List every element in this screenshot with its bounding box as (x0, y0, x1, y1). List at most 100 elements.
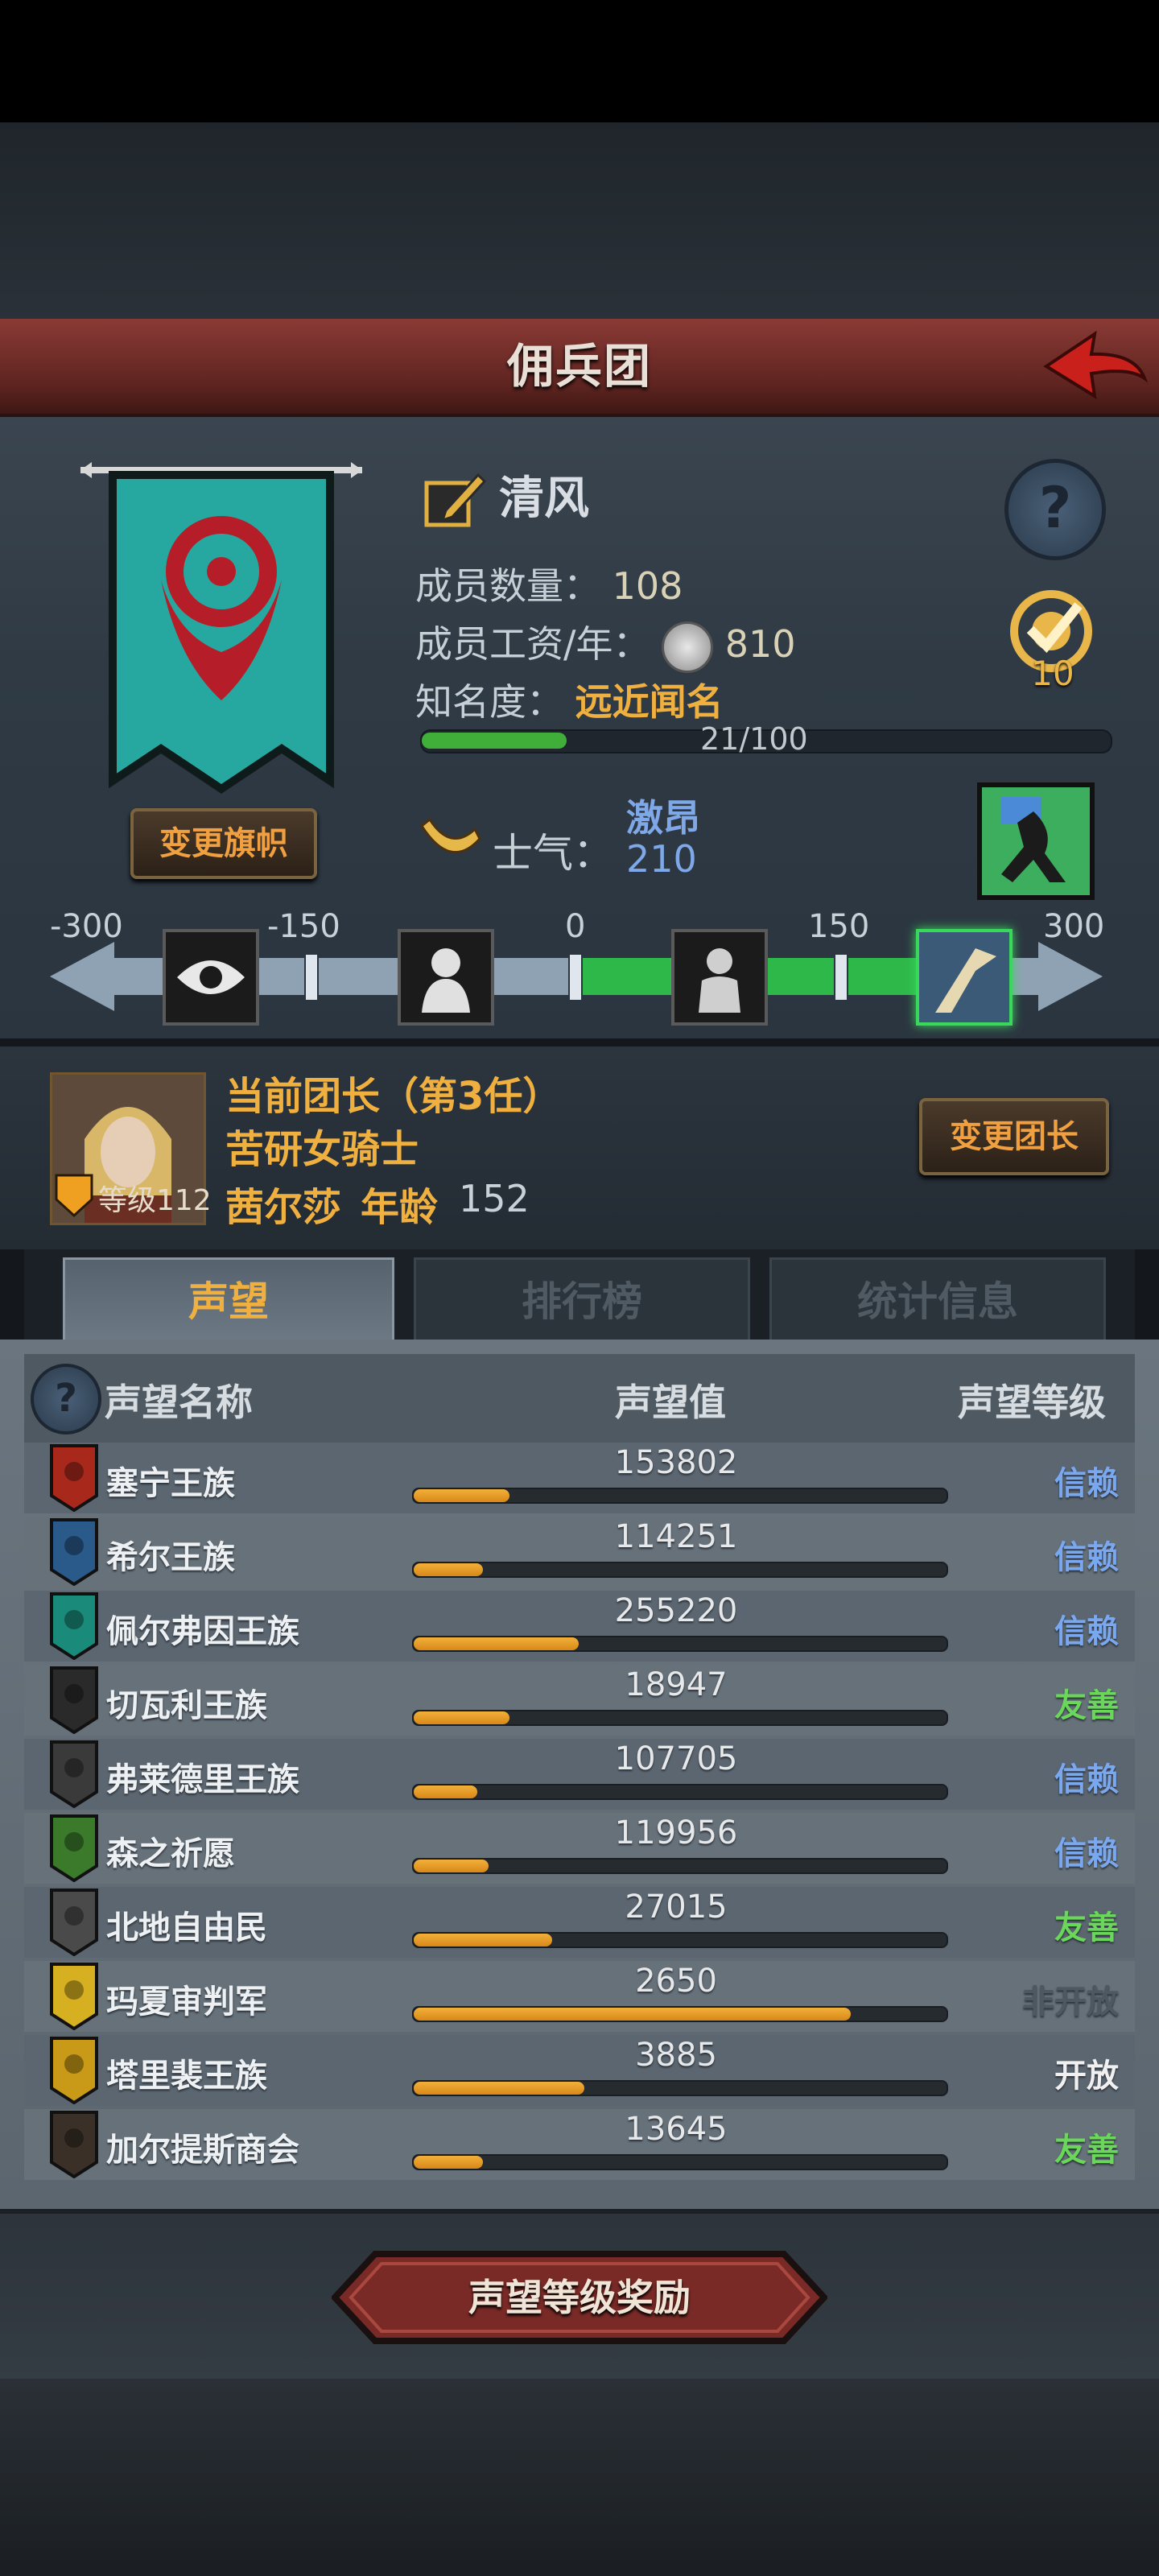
reputation-level: 友善 (1054, 2132, 1119, 2169)
members-row: 成员数量： 108 (415, 562, 683, 610)
edit-pencil-icon (424, 473, 487, 527)
silver-coin-icon (662, 621, 714, 673)
leader-age: 152 (459, 1177, 530, 1220)
faction-crest-icon (50, 1518, 98, 1587)
change-flag-button[interactable]: 变更旗帜 (130, 808, 317, 879)
faction-name: 塞宁王族 (106, 1465, 235, 1502)
help-icon[interactable]: ? (31, 1364, 101, 1435)
company-name: 清风 (499, 473, 589, 525)
tab-reputation[interactable]: 声望 (63, 1257, 394, 1344)
reputation-progress-bar (412, 1562, 948, 1578)
morale-state: 激昂 (626, 796, 700, 840)
back-button[interactable] (1038, 322, 1151, 411)
faction-name: 北地自由民 (106, 1909, 267, 1946)
morale-label: 士气： (493, 830, 613, 877)
faction-name: 希尔王族 (106, 1539, 235, 1576)
help-icon[interactable]: ? (1004, 459, 1106, 560)
morale-level-icon[interactable] (163, 929, 259, 1026)
morale-level-icon[interactable] (671, 929, 768, 1026)
reputation-progress-fill (414, 1860, 489, 1872)
wage-value: 810 (724, 622, 796, 666)
faction-crest-icon (50, 1814, 98, 1883)
faction-crest-icon (50, 2037, 98, 2105)
task-count: 10 (1031, 654, 1074, 693)
reputation-value: 18947 (625, 1666, 728, 1703)
faction-name: 塔里裴王族 (106, 2058, 267, 2095)
scale-tick (834, 953, 848, 1001)
scale-label: -300 (50, 908, 123, 945)
reputation-progress-fill (414, 1785, 478, 1798)
reputation-level: 信赖 (1054, 1835, 1119, 1872)
top-dark-band (0, 122, 1159, 319)
reputation-value: 119956 (614, 1814, 738, 1852)
reputation-progress-bar (412, 1784, 948, 1800)
despair-icon (422, 948, 470, 1013)
eye-icon (177, 960, 245, 994)
reputation-progress-bar (412, 2154, 948, 2170)
scale-label: 0 (565, 908, 586, 945)
faction-name: 加尔提斯商会 (106, 2132, 299, 2169)
morale-status-button[interactable] (977, 782, 1095, 900)
reputation-progress-fill (414, 1489, 510, 1502)
page-title: 佣兵团 (506, 339, 652, 394)
faction-crest-icon (50, 1963, 98, 2031)
morale-level-icon-current[interactable] (916, 929, 1013, 1026)
reputation-value: 3885 (635, 2037, 717, 2074)
tab-statistics[interactable]: 统计信息 (769, 1257, 1106, 1346)
faction-name: 切瓦利王族 (106, 1687, 267, 1724)
leader-name: 茜尔莎 (225, 1185, 342, 1230)
faction-crest-icon (50, 1592, 98, 1661)
reputation-reward-label: 声望等级奖励 (468, 2276, 691, 2319)
reputation-progress-bar (412, 1858, 948, 1874)
tab-ranking[interactable]: 排行榜 (414, 1257, 750, 1346)
reputation-progress-fill (414, 1637, 580, 1650)
scale-tick (304, 953, 319, 1001)
faction-crest-icon (50, 2111, 98, 2179)
reputation-level: 信赖 (1054, 1465, 1119, 1502)
flag-charge-icon (919, 932, 1009, 1022)
morale-value: 210 (626, 837, 697, 881)
header-reputation-value: 声望值 (615, 1381, 726, 1424)
reputation-progress-bar (412, 1932, 948, 1948)
fame-value: 远近闻名 (575, 680, 724, 724)
reputation-progress-bar (412, 1488, 948, 1504)
faction-name: 佩尔弗因王族 (106, 1613, 299, 1650)
leader-class: 苦研女骑士 (225, 1127, 419, 1172)
faction-name: 玛夏审判军 (106, 1984, 267, 2021)
banner-icon (80, 462, 362, 795)
fame-label: 知名度： (415, 680, 563, 724)
reputation-value: 13645 (625, 2111, 728, 2148)
reputation-level: 非开放 (1022, 1984, 1119, 2021)
reputation-level: 信赖 (1054, 1613, 1119, 1650)
reputation-level: 信赖 (1054, 1761, 1119, 1798)
horn-icon (419, 815, 483, 871)
reputation-level: 开放 (1054, 2058, 1119, 2095)
reputation-progress-fill (414, 1711, 510, 1724)
fame-progress-text: 21/100 (700, 721, 808, 757)
wage-label: 成员工资/年： (415, 622, 650, 666)
reputation-level: 信赖 (1054, 1539, 1119, 1576)
members-label: 成员数量： (415, 564, 600, 608)
wage-row: 成员工资/年： 810 (415, 620, 796, 673)
scale-label: 300 (1043, 908, 1105, 945)
reputation-value: 153802 (614, 1444, 738, 1481)
company-banner (80, 459, 362, 797)
scale-tick (568, 953, 583, 1001)
faction-name: 弗莱德里王族 (106, 1761, 299, 1798)
reputation-level: 友善 (1054, 1687, 1119, 1724)
leader-title: 当前团长（第3任） (225, 1074, 562, 1119)
reputation-value: 255220 (614, 1592, 738, 1629)
morale-level-icon[interactable] (398, 929, 494, 1026)
fame-progress-fill (422, 733, 567, 749)
edit-name-button[interactable] (422, 467, 487, 531)
leader-age-label: 年龄 (361, 1185, 439, 1230)
header-reputation-level: 声望等级 (958, 1381, 1106, 1424)
reputation-progress-fill (414, 2008, 851, 2021)
scale-label: 150 (808, 908, 870, 945)
top-black-bar (0, 0, 1159, 122)
reputation-progress-bar (412, 2080, 948, 2096)
change-leader-button[interactable]: 变更团长 (919, 1098, 1109, 1175)
reputation-value: 2650 (635, 1963, 717, 2000)
fame-row: 知名度： 远近闻名 (415, 678, 724, 726)
header-faction-name: 声望名称 (105, 1381, 253, 1424)
